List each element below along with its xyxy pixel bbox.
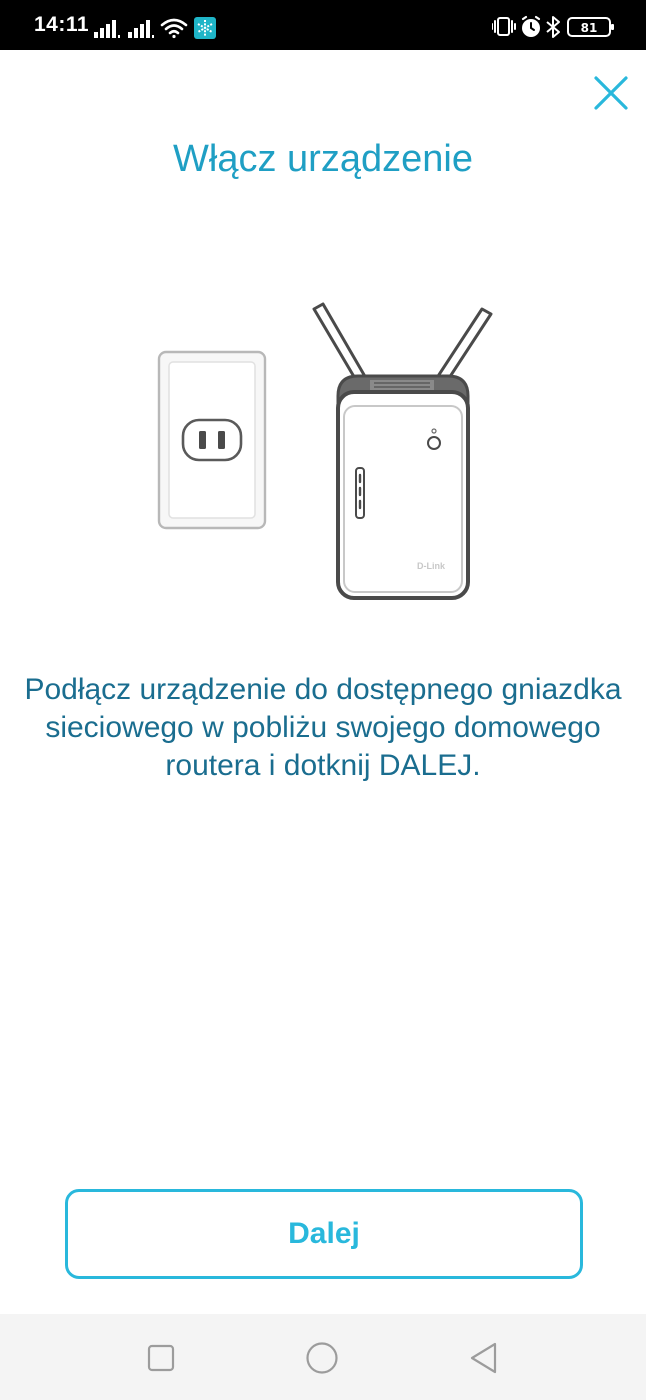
bluetooth-icon [546,16,560,38]
home-icon [306,1342,338,1374]
battery-level: 81 [581,21,598,35]
app-notification-icon [194,17,216,39]
wall-outlet-icon [157,350,267,530]
close-button[interactable] [588,70,634,116]
wifi-icon [160,18,188,39]
battery-icon: 81 [567,17,614,37]
range-extender-icon: D-Link [312,302,493,600]
setup-screen: 14:11 81 Włącz urządzenie D-Link Podłącz… [0,0,646,1400]
next-button-label: Dalej [288,1217,360,1250]
instruction-text: Podłącz urządzenie do dostępnego gniazdk… [24,673,622,782]
alarm-icon [521,15,541,37]
navigation-bar [0,1314,646,1400]
setup-illustration: D-Link [157,302,493,600]
vibrate-icon [492,17,516,36]
recent-apps-button[interactable] [143,1340,179,1376]
back-button[interactable] [466,1340,502,1376]
status-left-icons [94,17,216,39]
status-time: 14:11 [34,13,90,36]
close-icon [594,76,628,110]
next-button[interactable]: Dalej [65,1189,583,1279]
home-button[interactable] [304,1340,340,1376]
brand-logo: D-Link [417,561,446,571]
signal-1-icon [94,20,120,38]
page-title: Włącz urządzenie [173,138,473,180]
status-right-icons: 81 [492,15,614,38]
signal-2-icon [128,20,154,38]
back-icon [470,1342,497,1374]
recent-apps-icon [147,1344,175,1372]
status-bar: 14:11 81 [0,0,646,50]
